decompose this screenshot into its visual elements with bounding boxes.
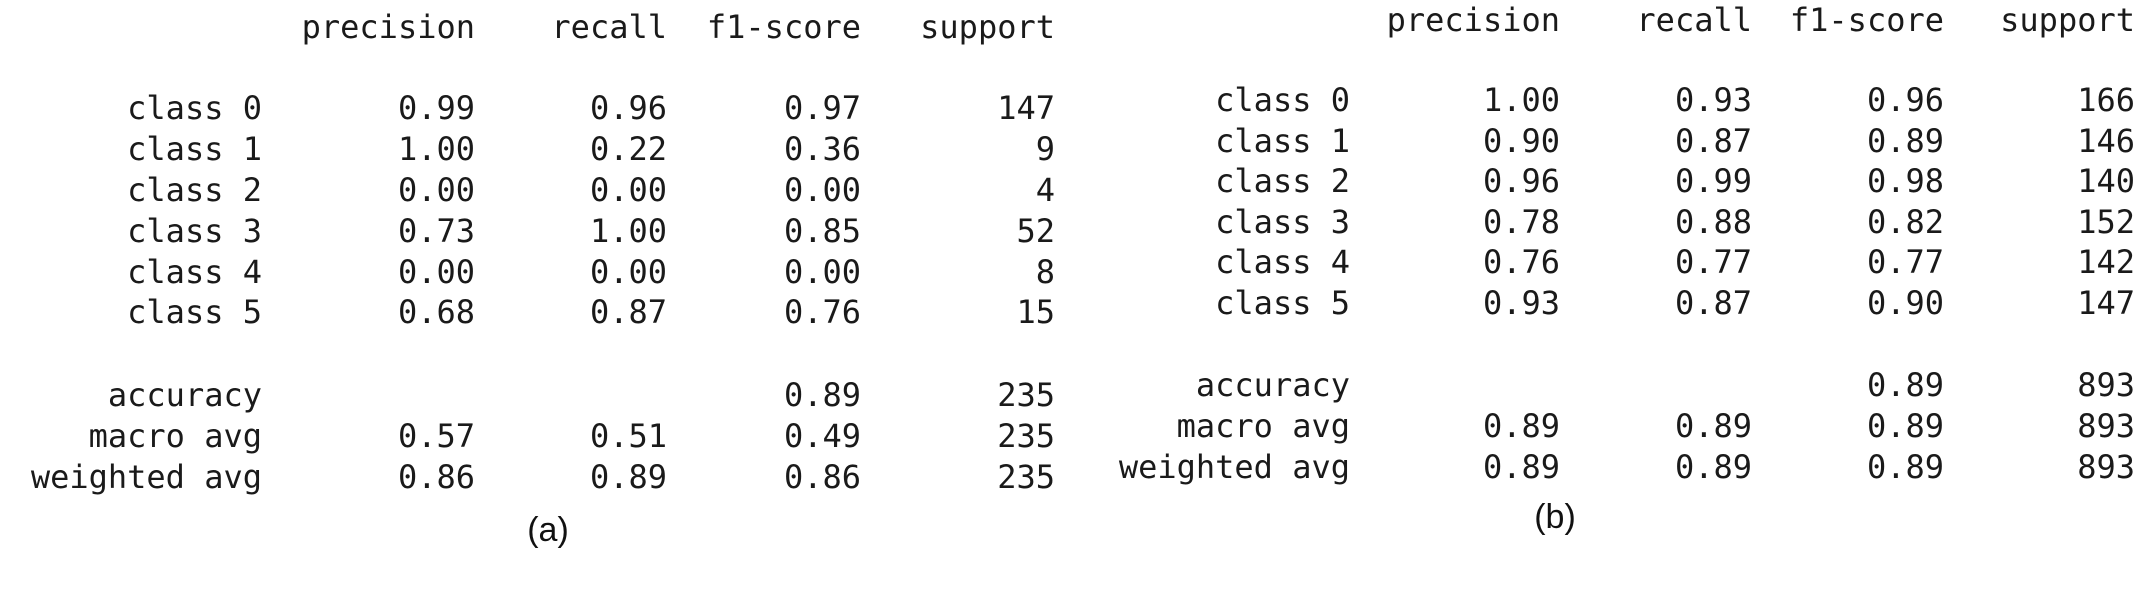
classification-report-a: precision recall f1-score support class 0 0.9… xyxy=(0,0,1070,592)
summary-cell: 893 xyxy=(2077,448,2135,486)
panel-caption: (b) xyxy=(1534,498,1576,536)
summary-label: accuracy xyxy=(1195,366,1350,404)
column-header: support xyxy=(920,8,1055,46)
summary-cell: 893 xyxy=(2077,407,2135,445)
panel-caption: (a) xyxy=(527,511,569,549)
metric-cell: 166 xyxy=(2077,81,2135,119)
summary-cell: 893 xyxy=(2077,366,2135,404)
metric-cell: 152 xyxy=(2077,203,2135,241)
metric-cell: 142 xyxy=(2077,243,2135,281)
metric-cell: 146 xyxy=(2077,122,2135,160)
metric-cell: 140 xyxy=(2077,162,2135,200)
column-header: support xyxy=(2000,1,2135,39)
summary-label: accuracy xyxy=(107,376,262,414)
classification-report-b: precision recall f1-score support class 0 1.0… xyxy=(1070,0,2140,592)
metric-cell: 147 xyxy=(2077,284,2135,322)
